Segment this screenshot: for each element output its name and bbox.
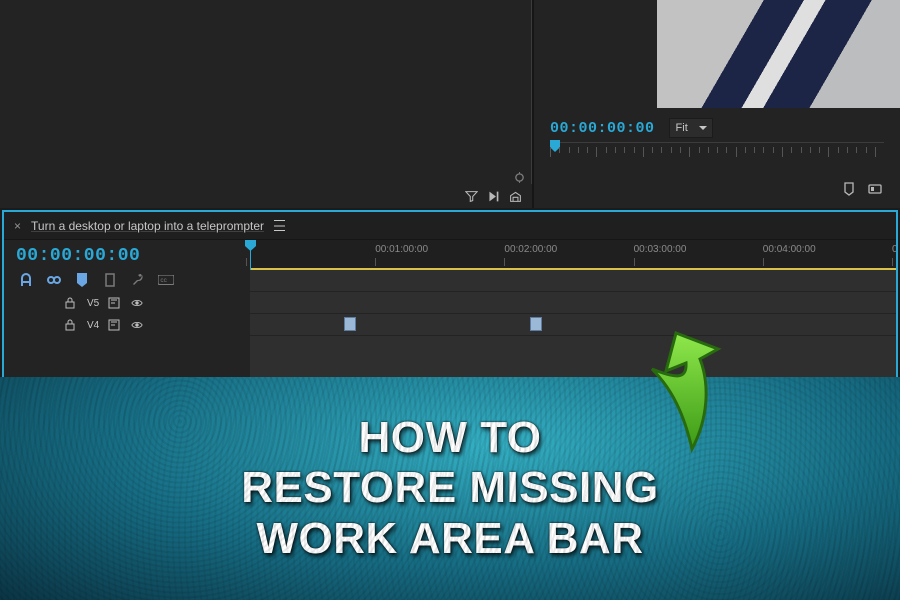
timeline-tab-bar: × Turn a desktop or laptop into a telepr… [4,212,896,240]
track-header-row[interactable]: V5 [4,292,250,314]
timeline-lane-stack [250,270,896,379]
filter-icon[interactable] [464,189,478,203]
settings-button-icon[interactable] [868,182,882,196]
link-indicator-icon [512,170,526,184]
timeline-body: 00:00:00:00 cc V5 V4 [4,240,896,379]
eye-icon[interactable] [131,297,145,309]
sequence-tab[interactable]: Turn a desktop or laptop into a teleprom… [31,219,264,233]
timeline-panel: × Turn a desktop or laptop into a telepr… [2,210,898,381]
program-timecode[interactable]: 00:00:00:00 [550,120,655,137]
track-header-list: V5 V4 [4,292,250,336]
panel-menu-icon[interactable] [274,220,285,231]
program-preview-thumbnail [657,0,900,108]
ruler-tick: 00:01:00:00 [375,244,428,255]
video-track-lane[interactable] [250,270,896,292]
timeline-tracks-area[interactable]: 00:01:00:00 00:02:00:00 00:03:00:00 00:04:0… [250,240,896,379]
play-overwrite-icon[interactable] [486,189,500,203]
svg-text:cc: cc [160,278,167,285]
program-ruler-ticks [550,147,884,161]
timeline-settings-icon[interactable] [102,272,118,286]
source-monitor-viewer[interactable] [0,0,532,184]
overlay-texture [0,377,900,600]
linked-selection-icon[interactable] [46,272,62,286]
lock-icon[interactable] [64,319,78,331]
program-monitor-panel: 00:00:00:00 Fit [534,0,900,208]
thumbnail-overlay: HOW TO RESTORE MISSING WORK AREA BAR [0,377,900,600]
wrench-icon[interactable] [130,272,146,286]
zoom-level-select[interactable]: Fit [669,118,713,138]
snap-icon[interactable] [18,272,34,286]
ruler-tick: 00:04:00:00 [763,244,816,255]
source-monitor-panel [0,0,534,208]
ruler-tick: 00:02:00:00 [504,244,557,255]
timeline-header-column: 00:00:00:00 cc V5 V4 [4,240,250,379]
clip-marker-icon[interactable] [344,317,356,331]
track-label: V5 [87,298,99,309]
caption-track-icon[interactable]: cc [158,272,174,286]
track-label: V4 [87,320,99,331]
add-marker-icon[interactable] [74,272,90,286]
program-monitor-viewer[interactable] [534,0,900,112]
video-track-lane[interactable] [250,292,896,314]
timeline-tool-row: cc [4,270,250,292]
ruler-tick: 00:05:00:00 [892,244,898,255]
timeline-timecode[interactable]: 00:00:00:00 [4,240,250,270]
export-frame-icon[interactable] [508,189,522,203]
source-monitor-footer [0,184,532,208]
track-header-row[interactable]: V4 [4,314,250,336]
zoom-level-value: Fit [676,122,688,134]
clip-marker-icon[interactable] [530,317,542,331]
monitor-row: 00:00:00:00 Fit [0,0,900,208]
timeline-ruler[interactable]: 00:01:00:00 00:02:00:00 00:03:00:00 00:04:0… [250,240,896,270]
pointer-arrow-icon [632,319,752,459]
track-fx-icon[interactable] [108,319,122,331]
program-monitor-ruler[interactable] [550,142,884,168]
ruler-tick: 00:03:00:00 [634,244,687,255]
video-track-lane[interactable] [250,314,896,336]
program-monitor-controls: 00:00:00:00 Fit [534,112,900,138]
eye-icon[interactable] [131,319,145,331]
program-monitor-icons [534,182,900,196]
track-fx-icon[interactable] [108,297,122,309]
close-tab-icon[interactable]: × [14,219,21,233]
marker-icon[interactable] [842,182,856,196]
lock-icon[interactable] [64,297,78,309]
